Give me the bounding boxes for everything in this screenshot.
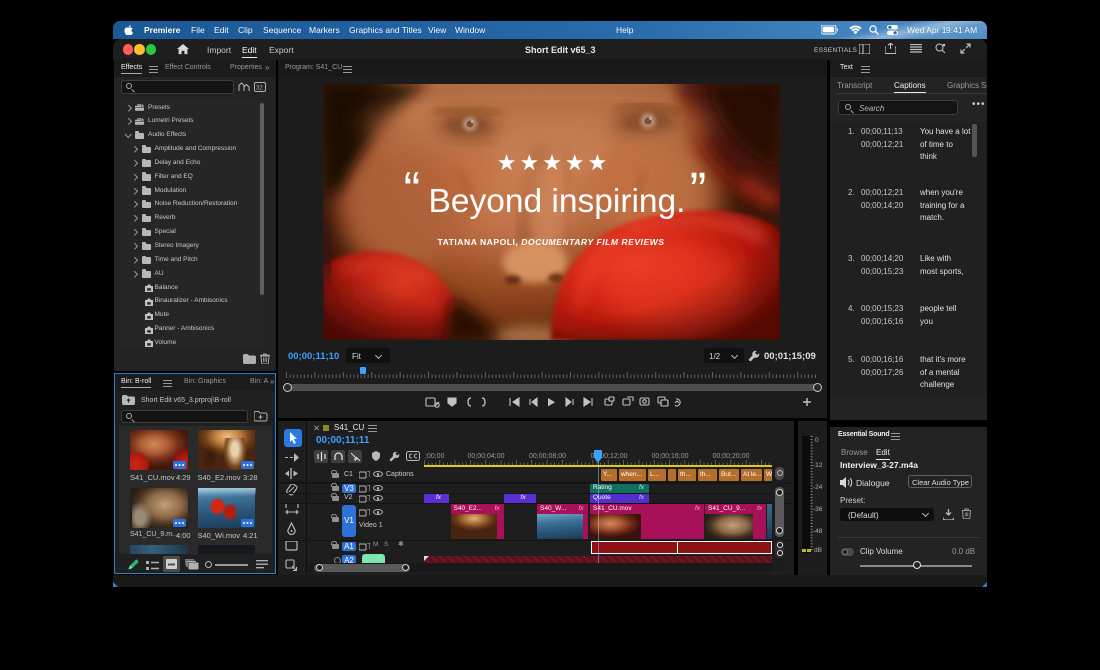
svg-text:32: 32 <box>256 86 263 92</box>
svg-text:“: “ <box>404 162 421 218</box>
svg-text:”: ” <box>690 162 707 218</box>
svg-text:Beyond inspiring.: Beyond inspiring. <box>429 183 686 220</box>
svg-text:TATIANA NAPOLI, DOCUMENTARY FI: TATIANA NAPOLI, DOCUMENTARY FILM REVIEWS <box>437 237 664 247</box>
